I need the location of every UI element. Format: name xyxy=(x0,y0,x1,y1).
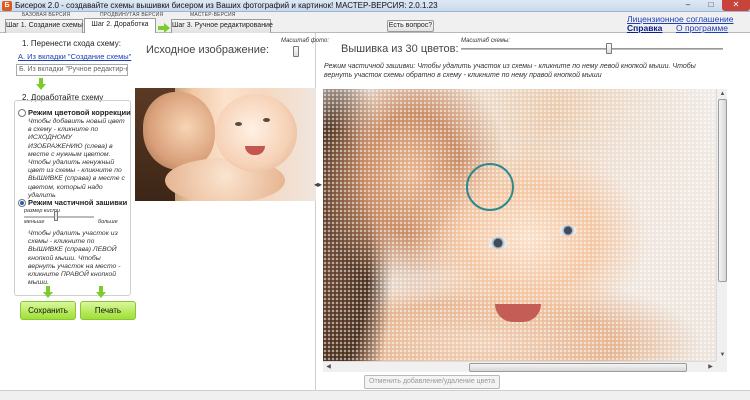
version-label-master: МАСТЕР-ВЕРСИЯ xyxy=(190,12,236,18)
brush-size-slider-thumb[interactable] xyxy=(54,211,58,221)
partial-stitch-help: Чтобы удалить участок из схемы - кликнит… xyxy=(28,230,121,287)
embroidery-title: Вышивка из 30 цветов: xyxy=(341,43,459,55)
source-panel xyxy=(134,33,316,390)
help-link[interactable]: Справка xyxy=(627,23,662,33)
color-correction-radio[interactable] xyxy=(18,109,26,117)
color-correction-label: Режим цветовой коррекции xyxy=(28,108,131,117)
scroll-right-icon[interactable]: ▶ xyxy=(705,362,716,373)
scheme-scale-label: Масштаб схемы: xyxy=(461,38,510,44)
scheme-scale-slider-thumb[interactable] xyxy=(606,43,612,54)
horizontal-scroll-thumb[interactable] xyxy=(469,363,687,372)
source-image-title: Исходное изображение: xyxy=(146,44,270,56)
embroidery-instruction: Режим частичной зашивки: Чтобы удалить у… xyxy=(324,63,696,79)
tab-manual-edit[interactable]: Шаг 3. Ручное редактирование xyxy=(171,19,273,33)
photo-scale-slider-thumb[interactable] xyxy=(293,46,299,57)
vertical-scroll-thumb[interactable] xyxy=(718,99,727,282)
scroll-left-icon[interactable]: ◀ xyxy=(323,362,334,373)
arrow-down-save-icon xyxy=(43,286,53,298)
about-link[interactable]: О программе xyxy=(676,23,728,33)
step1-title: 1. Перенести схода схему: xyxy=(22,39,121,48)
from-editor-field[interactable]: Б. Из вкладки "Ручное редактир-е" xyxy=(16,64,128,76)
brush-size-slider-track[interactable] xyxy=(24,216,94,218)
partial-stitch-label: Режим частичной зашивки xyxy=(28,198,128,207)
from-create-tab-link[interactable]: А. Из вкладки "Создание схемы" xyxy=(18,52,131,61)
pattern-eye-left xyxy=(488,237,508,249)
brush-bigger-label: больше xyxy=(98,219,118,225)
arrow-right-icon xyxy=(158,23,170,33)
tab-create-scheme[interactable]: Шаг 1. Создание схемы xyxy=(5,19,83,33)
arrow-down-icon xyxy=(36,78,46,90)
vertical-scrollbar[interactable]: ▲ ▼ xyxy=(716,89,727,361)
partial-stitch-radio[interactable] xyxy=(18,199,26,207)
minimize-button[interactable]: ‒ xyxy=(676,0,700,11)
print-button[interactable]: Печать xyxy=(80,301,136,320)
pattern-eye-right xyxy=(559,225,577,236)
save-button[interactable]: Сохранить xyxy=(20,301,76,320)
help-question-button[interactable]: Есть вопрос? xyxy=(387,20,434,32)
app-icon: Б xyxy=(2,1,12,11)
brush-cursor-circle xyxy=(466,163,514,211)
horizontal-scrollbar[interactable]: ◀ ▶ xyxy=(323,361,716,372)
window-title: Бисерок 2.0 - создавайте схемы вышивки б… xyxy=(15,1,438,10)
maximize-button[interactable]: □ xyxy=(700,0,722,11)
photo-scale-label: Масштаб фото: xyxy=(281,38,330,44)
tab-refine[interactable]: Шаг 2. Доработка xyxy=(84,18,156,34)
scroll-corner xyxy=(716,361,727,372)
source-photo[interactable] xyxy=(135,88,316,201)
arrow-down-print-icon xyxy=(96,286,106,298)
version-label-base: БАЗОВАЯ ВЕРСИЯ xyxy=(22,12,71,18)
cancel-color-change-button[interactable]: Отменить добавление/удаление цвета xyxy=(364,375,500,389)
title-bar: Б Бисерок 2.0 - создавайте схемы вышивки… xyxy=(0,0,750,12)
close-button[interactable]: ✕ xyxy=(722,0,750,11)
embroidery-canvas[interactable] xyxy=(323,89,716,361)
splitter-handle[interactable]: ◂▸ xyxy=(314,180,322,189)
scheme-scale-slider-track[interactable] xyxy=(461,48,723,50)
pattern-mouth xyxy=(495,304,541,322)
color-correction-help: Чтобы добавить новый цвет в схему - клик… xyxy=(28,118,125,199)
status-bar xyxy=(0,390,750,400)
brush-smaller-label: меньше xyxy=(24,219,45,225)
scroll-down-icon[interactable]: ▼ xyxy=(717,350,728,361)
